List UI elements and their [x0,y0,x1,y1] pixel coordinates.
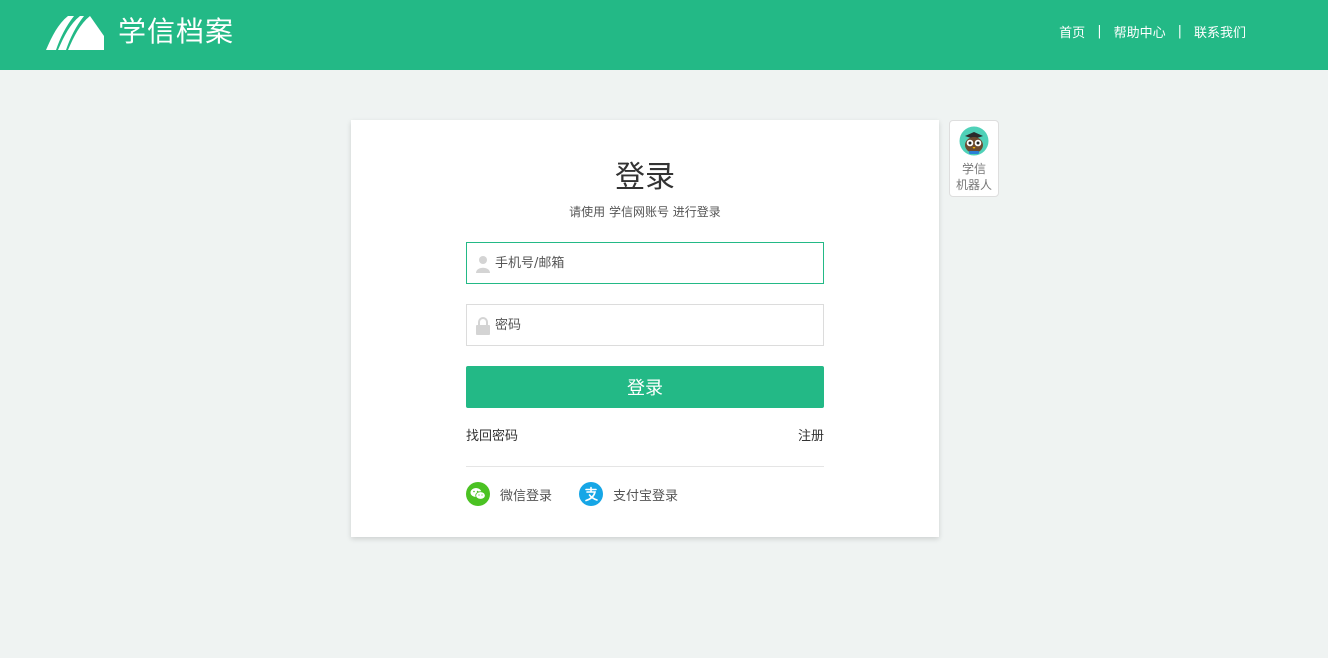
login-title: 登录 [615,160,675,195]
wechat-login-button[interactable]: 微信登录 [466,482,552,506]
forgot-password-link[interactable]: 找回密码 [466,425,518,444]
divider [466,466,824,467]
password-input[interactable] [495,305,815,345]
username-field[interactable] [466,242,824,284]
wechat-icon [466,482,490,506]
user-icon [476,256,490,273]
nav-separator: | [1177,23,1182,39]
robot-label-line1: 学信 [961,162,986,176]
login-card: 登录 请使用 学信网账号 进行登录 登录 找回密码 注册 [351,120,939,537]
top-bar: 学信档案 首页 | 帮助中心 | 联系我们 [0,0,1328,70]
username-input[interactable] [495,243,815,283]
alipay-login-label: 支付宝登录 [613,488,679,504]
password-field[interactable] [466,304,824,346]
site-logo[interactable]: 学信档案 [44,12,234,52]
nav-help-center[interactable]: 帮助中心 [1114,22,1166,41]
logo-text: 学信档案 [118,15,235,48]
logo-book-icon [46,16,104,50]
robot-label-line2: 机器人 [955,178,992,192]
nav-home[interactable]: 首页 [1059,22,1085,41]
login-button[interactable]: 登录 [466,366,824,408]
nav-separator: | [1097,23,1102,39]
alipay-icon [579,482,603,506]
robot-assistant-button[interactable]: 学信 机器人 [949,120,999,197]
lock-icon [476,317,490,335]
account-links: 找回密码 注册 [466,425,824,445]
owl-robot-icon [959,126,989,156]
wechat-login-label: 微信登录 [500,488,553,504]
alipay-login-button[interactable]: 支付宝登录 [579,482,678,506]
register-link[interactable]: 注册 [798,425,824,444]
top-nav: 首页 | 帮助中心 | 联系我们 [1059,21,1246,41]
nav-contact-us[interactable]: 联系我们 [1194,22,1246,41]
login-subtitle: 请使用 学信网账号 进行登录 [569,205,721,219]
